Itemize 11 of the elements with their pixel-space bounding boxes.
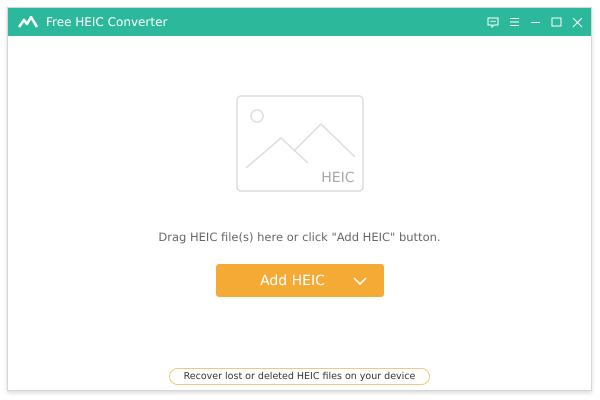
chevron-down-icon[interactable] bbox=[352, 276, 367, 284]
maximize-icon[interactable] bbox=[551, 17, 562, 27]
close-icon[interactable] bbox=[572, 16, 583, 28]
recover-files-link[interactable]: Recover lost or deleted HEIC files on your device bbox=[168, 368, 430, 385]
chat-icon[interactable] bbox=[487, 16, 499, 28]
drop-hint: Drag HEIC file(s) here or click "Add HEIC" button. bbox=[158, 230, 441, 244]
window-title: Free HEIC Converter bbox=[46, 15, 168, 29]
logo-icon bbox=[18, 16, 38, 28]
image-placeholder-icon bbox=[236, 95, 364, 192]
menu-icon[interactable] bbox=[509, 17, 520, 27]
image-label: HEIC bbox=[321, 170, 354, 186]
